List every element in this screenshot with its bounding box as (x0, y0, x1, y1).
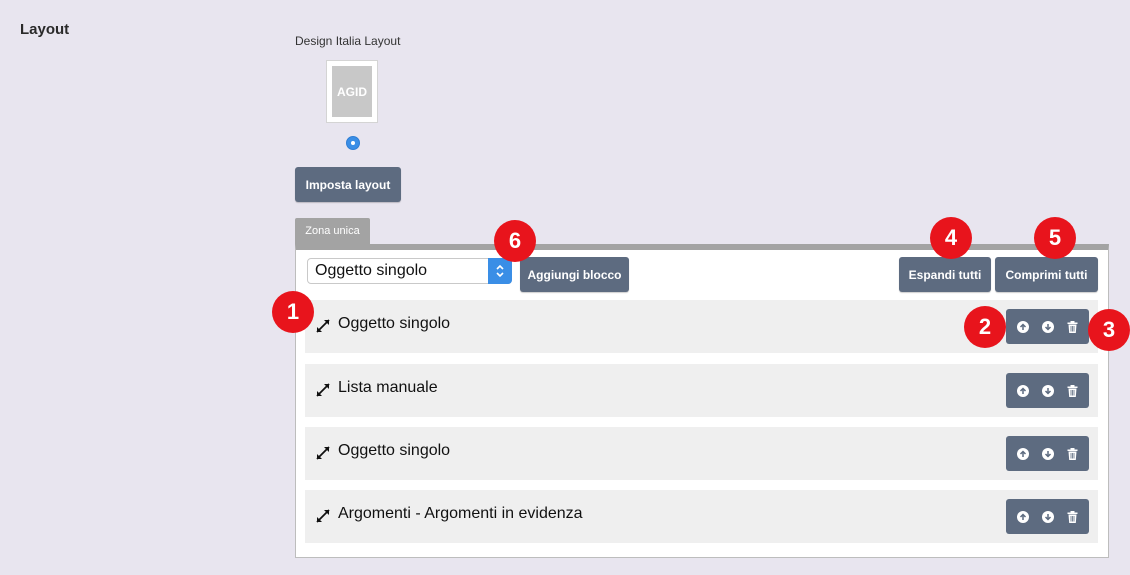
block-item[interactable]: Lista manuale (305, 364, 1098, 417)
arrow-up-circle-icon[interactable] (1016, 510, 1030, 524)
layout-thumbnail-text: AGID (332, 66, 372, 117)
chevron-up-down-icon (488, 258, 512, 284)
set-layout-button[interactable]: Imposta layout (295, 167, 401, 202)
section-label: Layout (20, 21, 70, 38)
block-title: Oggetto singolo (338, 315, 451, 332)
trash-icon[interactable] (1066, 510, 1080, 524)
arrow-up-circle-icon[interactable] (1016, 384, 1030, 398)
block-actions (1006, 436, 1089, 471)
tab-zona-unica[interactable]: Zona unica (295, 218, 370, 244)
arrow-down-circle-icon[interactable] (1041, 320, 1055, 334)
add-block-button[interactable]: Aggiungi blocco (520, 257, 629, 292)
block-actions (1006, 309, 1089, 344)
block-title: Argomenti - Argomenti in evidenza (338, 505, 583, 522)
block-title: Oggetto singolo (338, 442, 451, 459)
annotation-badge: 2 (964, 306, 1006, 348)
annotation-badge: 4 (930, 217, 972, 259)
arrow-down-circle-icon[interactable] (1041, 384, 1055, 398)
collapse-all-button[interactable]: Comprimi tutti (995, 257, 1098, 292)
annotation-badge: 5 (1034, 217, 1076, 259)
trash-icon[interactable] (1066, 447, 1080, 461)
arrow-down-circle-icon[interactable] (1041, 510, 1055, 524)
trash-icon[interactable] (1066, 384, 1080, 398)
layout-option-label: Design Italia Layout (295, 34, 401, 48)
annotation-badge: 3 (1088, 309, 1130, 351)
block-actions (1006, 373, 1089, 408)
trash-icon[interactable] (1066, 320, 1080, 334)
layout-thumbnail[interactable]: AGID (326, 60, 378, 123)
expand-arrows-icon[interactable] (315, 382, 331, 398)
expand-arrows-icon[interactable] (315, 445, 331, 461)
arrow-up-circle-icon[interactable] (1016, 320, 1030, 334)
block-actions (1006, 499, 1089, 534)
arrow-down-circle-icon[interactable] (1041, 447, 1055, 461)
block-title: Lista manuale (338, 379, 438, 396)
expand-arrows-icon[interactable] (315, 318, 331, 334)
block-type-select-value: Oggetto singolo (315, 262, 428, 279)
annotation-badge: 1 (272, 291, 314, 333)
expand-arrows-icon[interactable] (315, 508, 331, 524)
arrow-up-circle-icon[interactable] (1016, 447, 1030, 461)
block-item[interactable]: Oggetto singolo (305, 427, 1098, 480)
expand-all-button[interactable]: Espandi tutti (899, 257, 991, 292)
block-item[interactable]: Argomenti - Argomenti in evidenza (305, 490, 1098, 543)
block-type-select[interactable]: Oggetto singolo (307, 258, 512, 284)
layout-radio[interactable] (346, 136, 360, 150)
annotation-badge: 6 (494, 220, 536, 262)
